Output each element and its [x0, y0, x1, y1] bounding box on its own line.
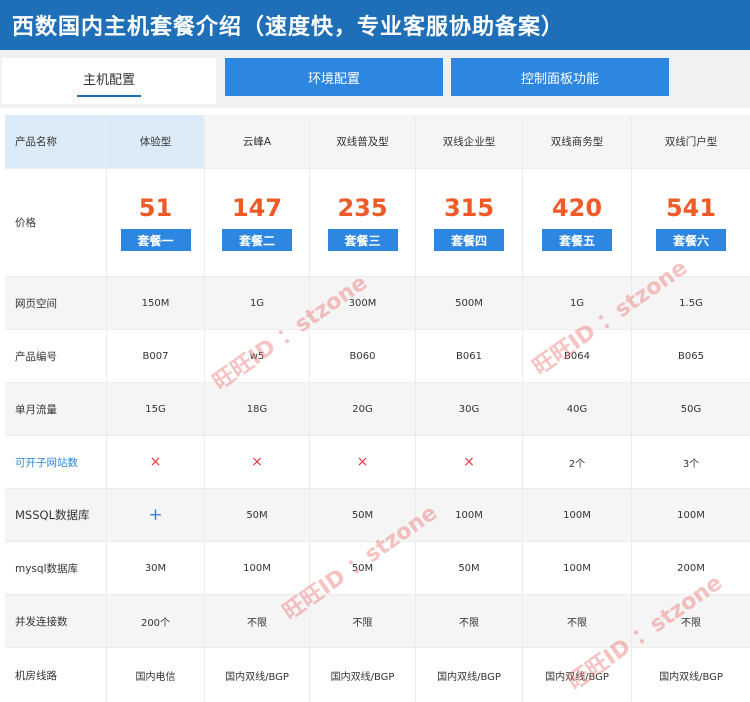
spec-value: 国内双线/BGP — [310, 648, 415, 702]
spec-value: 100M — [523, 542, 631, 594]
spec-value: 1.5G — [632, 277, 750, 329]
spec-value: 50G — [632, 383, 750, 435]
package-button[interactable]: 套餐二 — [222, 229, 292, 251]
price-value: 420 — [551, 194, 603, 222]
package-button[interactable]: 套餐一 — [120, 229, 191, 251]
spec-value: 100M — [416, 489, 522, 541]
spec-value: 国内双线/BGP — [632, 648, 750, 702]
tab-control-panel[interactable]: 控制面板功能 — [451, 58, 669, 96]
spec-value: 不限 — [523, 595, 631, 647]
spec-value: 不限 — [416, 595, 522, 647]
price-value: 147 — [231, 194, 283, 222]
product-name: 双线商务型 — [523, 115, 631, 168]
spec-value: × — [205, 436, 309, 488]
row-label: 产品编号 — [5, 330, 106, 382]
product-name: 体验型 — [107, 115, 204, 168]
spec-value: 50M — [310, 489, 415, 541]
price-value: 51 — [138, 194, 173, 222]
spec-value: w5 — [205, 330, 309, 382]
spec-value: 100M — [523, 489, 631, 541]
spec-value: 30G — [416, 383, 522, 435]
price-cell: 235 套餐三 — [310, 169, 415, 276]
product-name: 双线企业型 — [416, 115, 522, 168]
spec-value: + — [107, 489, 204, 541]
row-label: 单月流量 — [5, 383, 106, 435]
row-label: 机房线路 — [5, 648, 106, 702]
spec-value: 3个 — [632, 436, 750, 488]
spec-value: 40G — [523, 383, 631, 435]
spec-value: × — [416, 436, 522, 488]
price-cell: 51 套餐一 — [107, 169, 204, 276]
header-label: 产品名称 — [5, 115, 106, 168]
tab-host-config-label: 主机配置 — [76, 65, 141, 97]
package-button[interactable]: 套餐五 — [542, 229, 612, 251]
price-value: 315 — [443, 194, 495, 222]
spec-value: 300M — [310, 277, 415, 329]
price-cell: 541 套餐六 — [632, 169, 750, 276]
spec-value: 30M — [107, 542, 204, 594]
row-label: 并发连接数 — [5, 595, 106, 647]
spec-value: B065 — [632, 330, 750, 382]
spec-value: 50M — [416, 542, 522, 594]
spec-value: 200个 — [107, 595, 204, 647]
spec-value: 50M — [310, 542, 415, 594]
price-label: 价格 — [5, 169, 106, 276]
row-label: 可开子网站数 — [5, 436, 106, 488]
spec-value: 100M — [632, 489, 750, 541]
spec-value: 国内双线/BGP — [205, 648, 309, 702]
spec-value: 100M — [205, 542, 309, 594]
spec-value: 1G — [523, 277, 631, 329]
spec-value: B060 — [310, 330, 415, 382]
tab-env-config[interactable]: 环境配置 — [225, 58, 443, 96]
spec-value: 国内双线/BGP — [523, 648, 631, 702]
spec-value: 国内电信 — [107, 648, 204, 702]
price-value: 235 — [337, 194, 388, 222]
tab-bar: 主机配置 环境配置 控制面板功能 — [0, 50, 750, 108]
tab-host-config[interactable]: 主机配置 — [2, 58, 216, 104]
spec-value: 150M — [107, 277, 204, 329]
spec-value: × — [107, 436, 204, 488]
spec-value: B061 — [416, 330, 522, 382]
product-name: 云峰A — [205, 115, 309, 168]
spec-value: 200M — [632, 542, 750, 594]
spec-value: 50M — [205, 489, 309, 541]
price-cell: 420 套餐五 — [523, 169, 631, 276]
spec-value: 1G — [205, 277, 309, 329]
spec-value: 国内双线/BGP — [416, 648, 522, 702]
spec-value: 不限 — [632, 595, 750, 647]
spec-value: 不限 — [310, 595, 415, 647]
page-banner: 西数国内主机套餐介绍（速度快，专业客服协助备案） — [0, 0, 750, 50]
spec-value: 18G — [205, 383, 309, 435]
price-value: 541 — [665, 194, 717, 222]
banner-title: 西数国内主机套餐介绍（速度快，专业客服协助备案） — [12, 15, 565, 40]
spec-value: B064 — [523, 330, 631, 382]
price-cell: 315 套餐四 — [416, 169, 522, 276]
pricing-table: 产品名称 体验型 云峰A 双线普及型 双线企业型 双线商务型 双线门户型价格 51 套餐一 147… — [5, 115, 750, 702]
product-name: 双线门户型 — [632, 115, 750, 168]
spec-value: 不限 — [205, 595, 309, 647]
spec-value: 20G — [310, 383, 415, 435]
row-label: 网页空间 — [5, 277, 106, 329]
spec-value: × — [310, 436, 415, 488]
package-button[interactable]: 套餐四 — [434, 229, 504, 251]
row-label: MSSQL数据库 — [5, 489, 106, 541]
spec-value: B007 — [107, 330, 204, 382]
row-label: mysql数据库 — [5, 542, 106, 594]
spec-value: 2个 — [523, 436, 631, 488]
package-button[interactable]: 套餐三 — [327, 229, 398, 251]
price-cell: 147 套餐二 — [205, 169, 309, 276]
product-name: 双线普及型 — [310, 115, 415, 168]
spec-value: 500M — [416, 277, 522, 329]
package-button[interactable]: 套餐六 — [656, 229, 726, 251]
spec-value: 15G — [107, 383, 204, 435]
